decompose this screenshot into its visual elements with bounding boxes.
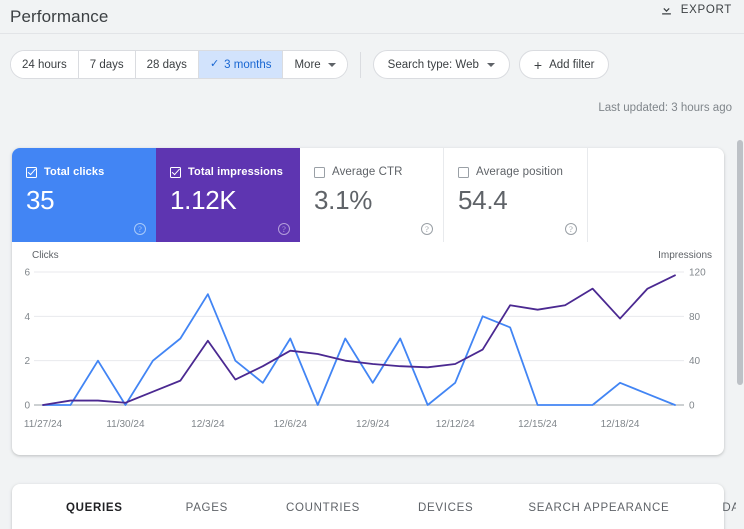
date-range-7-days[interactable]: 7 days xyxy=(78,51,136,78)
date-range-24-hours[interactable]: 24 hours xyxy=(11,51,79,78)
help-icon[interactable]: ? xyxy=(278,223,290,235)
chart-left-ticks: 0 2 4 6 xyxy=(24,268,30,412)
svg-text:12/18/24: 12/18/24 xyxy=(601,419,640,430)
date-range-more[interactable]: More xyxy=(283,51,347,78)
metric-label-average-position: Average position xyxy=(476,166,564,178)
help-icon[interactable]: ? xyxy=(421,223,433,235)
svg-text:12/12/24: 12/12/24 xyxy=(436,419,475,430)
checkbox-checked-icon[interactable] xyxy=(26,166,37,178)
date-range-segmented-control: 24 hours 7 days 28 days ✓ 3 months More xyxy=(10,50,348,79)
plus-icon: + xyxy=(533,56,543,73)
search-type-dropdown[interactable]: Search type: Web xyxy=(372,50,510,79)
add-filter-button[interactable]: + Add filter xyxy=(518,50,610,79)
performance-page: Performance EXPORT 24 hours 7 days 28 da… xyxy=(0,0,744,529)
filter-bar: 24 hours 7 days 28 days ✓ 3 months More … xyxy=(10,50,610,79)
date-range-24-hours-label: 24 hours xyxy=(22,58,67,71)
svg-text:2: 2 xyxy=(24,356,30,367)
metric-value-average-ctr: 3.1% xyxy=(314,185,373,215)
chart-x-tick-labels: 11/27/24 11/30/24 12/3/24 12/6/24 12/9/24 12/… xyxy=(24,419,640,430)
help-icon[interactable]: ? xyxy=(565,223,577,235)
add-filter-label: Add filter xyxy=(549,58,595,71)
tab-pages[interactable]: PAGES xyxy=(186,502,228,526)
checkmark-icon: ✓ xyxy=(209,58,220,70)
export-label: EXPORT xyxy=(680,3,732,16)
metric-label-total-impressions: Total impressions xyxy=(188,166,284,178)
svg-text:11/30/24: 11/30/24 xyxy=(106,419,145,430)
performance-card: Total clicks 35 ? Total impressions 1.12… xyxy=(12,148,724,455)
tab-search-appearance[interactable]: SEARCH APPEARANCE xyxy=(528,502,669,526)
dimension-tabs: QUERIES PAGES COUNTRIES DEVICES SEARCH A… xyxy=(12,484,744,529)
svg-text:0: 0 xyxy=(24,401,30,412)
svg-text:40: 40 xyxy=(689,356,701,367)
chart-svg: 0 2 4 6 0 40 80 120 11/27/24 11/30/24 12/3/24 12/… xyxy=(24,268,706,431)
performance-chart: Clicks Impressions 0246 0 40 80 120 11/27/2… xyxy=(12,242,724,455)
metric-label-total-clicks: Total clicks xyxy=(44,166,105,178)
checkbox-unchecked-icon[interactable] xyxy=(458,166,469,178)
metric-tile-average-position[interactable]: Average position 54.4 ? xyxy=(444,148,588,242)
help-icon[interactable]: ? xyxy=(134,223,146,235)
chevron-down-icon xyxy=(486,62,495,67)
checkbox-unchecked-icon[interactable] xyxy=(314,166,325,178)
metric-tile-total-impressions[interactable]: Total impressions 1.12K ? xyxy=(156,148,300,242)
export-button[interactable]: EXPORT xyxy=(659,2,732,17)
checkbox-checked-icon[interactable] xyxy=(170,166,181,178)
date-range-7-days-label: 7 days xyxy=(89,58,124,71)
svg-text:12/9/24: 12/9/24 xyxy=(356,419,390,430)
page-header: Performance EXPORT xyxy=(0,0,744,33)
search-type-label: Search type: Web xyxy=(387,58,479,71)
scrollbar-thumb[interactable] xyxy=(737,140,743,385)
date-range-28-days[interactable]: 28 days xyxy=(135,51,199,78)
tab-devices[interactable]: DEVICES xyxy=(418,502,473,526)
svg-text:80: 80 xyxy=(689,312,701,323)
page-title: Performance xyxy=(10,6,109,26)
tab-queries[interactable]: QUERIES xyxy=(66,502,123,526)
date-range-more-label: More xyxy=(294,58,321,71)
metric-value-total-impressions: 1.12K xyxy=(170,185,237,215)
metric-label-average-ctr: Average CTR xyxy=(332,166,403,178)
download-icon xyxy=(661,3,671,15)
metric-tile-header: Total clicks xyxy=(26,166,156,178)
metric-tiles-spacer xyxy=(588,148,724,242)
tab-countries[interactable]: COUNTRIES xyxy=(286,502,360,526)
svg-text:12/6/24: 12/6/24 xyxy=(274,419,308,430)
svg-text:11/27/24: 11/27/24 xyxy=(24,419,63,430)
date-range-3-months[interactable]: ✓ 3 months xyxy=(198,51,284,78)
header-divider xyxy=(0,33,744,34)
filter-bar-divider xyxy=(359,51,361,78)
metric-tile-header: Average position xyxy=(458,166,587,178)
svg-text:12/15/24: 12/15/24 xyxy=(518,419,557,430)
metric-tiles: Total clicks 35 ? Total impressions 1.12… xyxy=(12,148,724,242)
metric-value-average-position: 54.4 xyxy=(458,185,508,215)
chevron-down-icon xyxy=(327,62,336,67)
metric-tile-total-clicks[interactable]: Total clicks 35 ? xyxy=(12,148,156,242)
svg-text:6: 6 xyxy=(24,268,30,279)
last-updated-text: Last updated: 3 hours ago xyxy=(598,102,732,114)
svg-text:120: 120 xyxy=(689,268,706,279)
svg-text:0: 0 xyxy=(689,401,695,412)
metric-tile-average-ctr[interactable]: Average CTR 3.1% ? xyxy=(300,148,444,242)
date-range-28-days-label: 28 days xyxy=(146,58,187,71)
date-range-3-months-label: 3 months xyxy=(224,58,272,71)
chart-right-ticks: 0 40 80 120 xyxy=(689,268,706,412)
metric-tile-header: Average CTR xyxy=(314,166,443,178)
metric-value-total-clicks: 35 xyxy=(26,185,55,215)
svg-text:4: 4 xyxy=(24,312,30,323)
svg-text:12/3/24: 12/3/24 xyxy=(191,419,225,430)
metric-tile-header: Total impressions xyxy=(170,166,300,178)
chart-series xyxy=(42,274,676,406)
